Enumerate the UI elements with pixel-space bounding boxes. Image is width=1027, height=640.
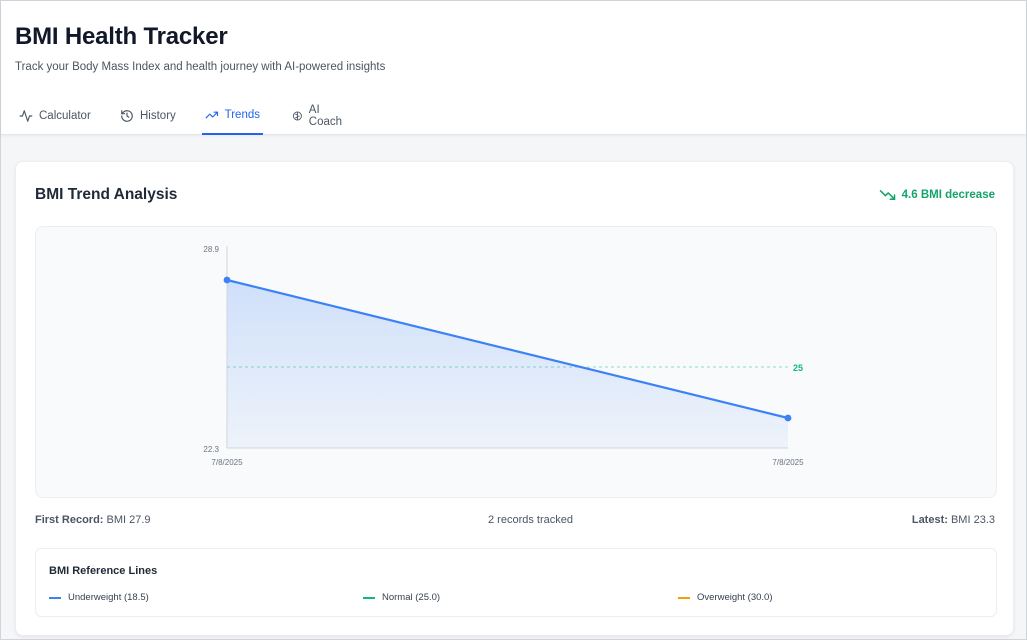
underweight-swatch xyxy=(49,596,61,599)
data-point xyxy=(223,276,231,284)
y-tick-label: 22.3 xyxy=(203,445,219,454)
tab-ai-coach[interactable]: AI Coach xyxy=(289,97,348,135)
tab-history-label: History xyxy=(140,110,176,122)
reference-normal-label: Normal (25.0) xyxy=(382,592,441,603)
reference-lines-title: BMI Reference Lines xyxy=(49,565,158,577)
x-tick-label: 7/8/2025 xyxy=(772,458,804,467)
reference-underweight-label: Underweight (18.5) xyxy=(68,592,149,603)
trending-up-icon xyxy=(205,111,219,119)
reference-overweight: Overweight (30.0) xyxy=(678,592,773,603)
card-title: BMI Trend Analysis xyxy=(35,186,178,203)
reference-overweight-label: Overweight (30.0) xyxy=(697,592,773,603)
trend-badge: 4.6 BMI decrease xyxy=(879,188,995,202)
reference-lines-panel: BMI Reference Lines Underweight (18.5) N… xyxy=(35,548,997,617)
latest-record-value: BMI 23.3 xyxy=(950,514,995,526)
reference-normal: Normal (25.0) xyxy=(363,592,440,603)
area-fill xyxy=(227,280,788,448)
history-icon xyxy=(121,110,133,122)
data-point xyxy=(784,414,792,422)
overweight-swatch xyxy=(678,596,690,599)
app-subtitle: Track your Body Mass Index and health jo… xyxy=(15,61,386,73)
pulse-icon xyxy=(19,110,33,122)
tab-calculator-label: Calculator xyxy=(39,110,91,122)
tab-ai-coach-label: AI Coach xyxy=(308,104,343,128)
reference-line-label: 25 xyxy=(793,363,803,373)
app-header: BMI Health Tracker Track your Body Mass … xyxy=(1,1,1026,135)
tab-trends-label: Trends xyxy=(224,109,260,121)
latest-record: Latest: BMI 23.3 xyxy=(912,514,995,526)
y-tick-label: 28.9 xyxy=(203,245,219,254)
app-title: BMI Health Tracker xyxy=(15,23,228,50)
first-record-label: First Record: xyxy=(35,514,104,526)
first-record-value: BMI 27.9 xyxy=(106,514,151,526)
brain-icon xyxy=(292,111,302,121)
trend-card: BMI Trend Analysis 4.6 BMI decrease 25 28… xyxy=(15,161,1014,636)
latest-record-label: Latest: xyxy=(911,514,948,526)
tab-history[interactable]: History xyxy=(117,97,179,135)
x-tick-label: 7/8/2025 xyxy=(211,458,243,467)
chart-area: 25 28.9 22.3 7/8/2025 7/8/2025 xyxy=(35,226,997,498)
records-count: 2 records tracked xyxy=(488,514,573,526)
normal-swatch xyxy=(363,596,375,599)
trend-badge-label: 4.6 BMI decrease xyxy=(901,189,995,201)
reference-underweight: Underweight (18.5) xyxy=(49,592,149,603)
bmi-trend-chart: 25 28.9 22.3 7/8/2025 7/8/2025 xyxy=(203,245,804,467)
trending-down-icon xyxy=(879,190,895,200)
first-record: First Record: BMI 27.9 xyxy=(35,514,151,526)
tab-calculator[interactable]: Calculator xyxy=(16,97,94,135)
tab-trends[interactable]: Trends xyxy=(202,97,263,135)
